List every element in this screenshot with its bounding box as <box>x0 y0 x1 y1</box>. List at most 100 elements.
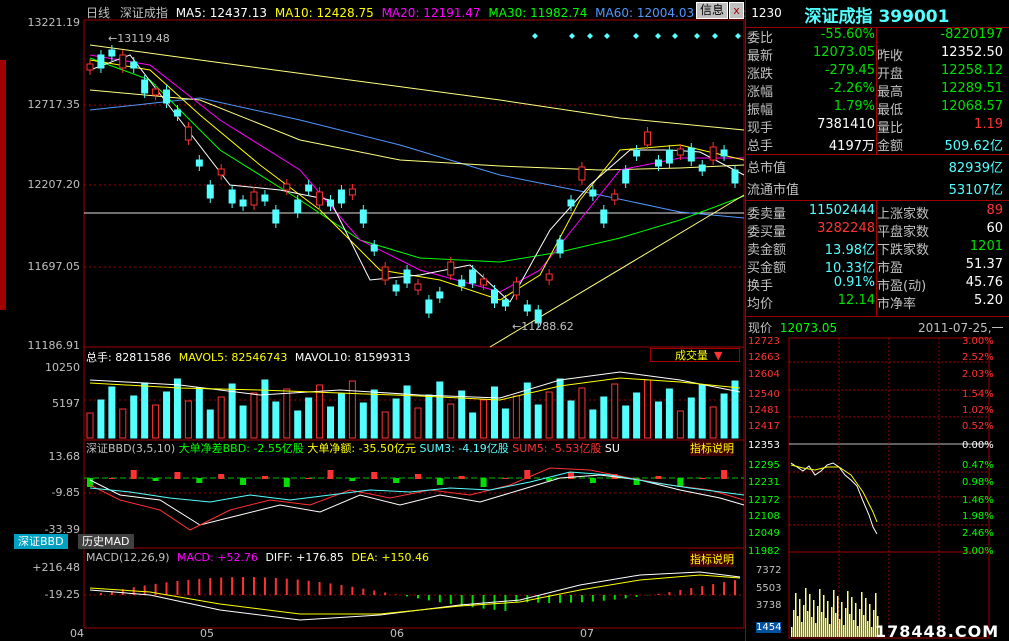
row-value: 3282248 <box>817 221 875 236</box>
candle-body <box>447 261 455 276</box>
volume-bar <box>622 405 630 439</box>
intraday-header: 现价 12073.05 <box>748 321 838 335</box>
row-key2: 平盘家数 <box>877 225 930 240</box>
volume-bar <box>392 398 400 439</box>
candle-body <box>436 291 444 299</box>
candle-body <box>152 88 160 96</box>
indicator-dropdown[interactable]: 成交量 ▼ <box>650 348 740 362</box>
intraday-volume-bar <box>817 606 819 637</box>
row-value2: 12068.57 <box>940 99 1003 114</box>
panel-title: 深证成指 399001 <box>804 7 950 27</box>
volume-bar <box>141 382 149 439</box>
volume-bar <box>600 396 608 439</box>
candle-body <box>119 54 127 69</box>
bbd-diff: 大单净差BBD: -2.55亿股 <box>178 442 304 455</box>
intraday-chart[interactable] <box>745 337 1009 641</box>
volume-bar <box>567 400 575 439</box>
intraday-volume-bar <box>827 601 829 637</box>
intraday-volume-bar <box>839 619 841 637</box>
candle-body <box>556 239 564 254</box>
intraday-volume-label: 3738 <box>756 600 782 611</box>
volume-bar <box>665 388 673 439</box>
tab-bbd[interactable]: 深证BBD <box>14 534 68 549</box>
bbd-bar <box>261 476 268 479</box>
month-label: 04 <box>70 627 84 640</box>
volume-bar <box>414 407 422 439</box>
macd-explain-link[interactable]: 指标说明 <box>690 551 734 567</box>
intraday-volume-bar <box>855 603 857 637</box>
volume-bar <box>534 404 542 439</box>
bbd-bar <box>240 478 247 485</box>
volume-bar <box>337 393 345 439</box>
bbd-bar <box>699 478 706 479</box>
candle-body <box>709 146 717 161</box>
price-axis-label: 11186.91 <box>27 339 81 352</box>
row-value2: 60 <box>986 221 1003 236</box>
dropdown-arrow-icon: ▼ <box>714 349 723 362</box>
bbd-bar <box>414 474 421 479</box>
bbd-bar <box>393 478 400 483</box>
info-button[interactable]: 信息 <box>696 2 728 19</box>
volume-bar <box>348 380 356 439</box>
tab-mad[interactable]: 历史MAD <box>78 534 134 549</box>
row-value2: 5.20 <box>974 293 1003 308</box>
intraday-price-label: 12295 <box>748 460 780 471</box>
candle-body <box>327 199 335 207</box>
bbd-explain-link[interactable]: 指标说明 <box>690 440 734 456</box>
candle-body <box>687 147 695 162</box>
volume-bar <box>195 387 203 439</box>
volume-bar <box>480 399 488 439</box>
intraday-pct-label: 0.98% <box>962 477 994 488</box>
candle-body <box>665 149 673 164</box>
intraday-volume-bar <box>853 620 855 637</box>
low-price-mark: ←11288.62 <box>512 320 574 333</box>
candle-body <box>337 189 345 204</box>
row-value: 7381410 <box>817 117 875 132</box>
candle-body <box>195 159 203 167</box>
row-key2: 量比 <box>877 121 904 136</box>
row-value: -55.60% <box>820 27 875 42</box>
macd-title: MACD(12,26,9) <box>86 551 170 564</box>
volume-bar <box>119 408 127 439</box>
bbd-bar <box>655 476 662 479</box>
candle-body <box>523 304 531 312</box>
volume-bar <box>381 411 389 439</box>
candle-body <box>676 148 684 156</box>
volume-bar <box>698 384 706 439</box>
volume-bar <box>469 412 477 439</box>
row-key2: 最高 <box>877 85 904 100</box>
intraday-volume-bar <box>861 592 863 637</box>
candle-body <box>108 49 116 57</box>
intraday-price-label: 12231 <box>748 477 780 488</box>
macd-axis-label: -19.25 <box>44 588 80 601</box>
row-value2: 509.62亿 <box>944 139 1004 154</box>
kline-frame <box>83 19 745 348</box>
close-button[interactable]: x <box>729 2 744 19</box>
volume-bar <box>687 397 695 439</box>
row-key2: 市盈(动) <box>877 279 927 294</box>
ma60-value: MA60: 12004.03 <box>595 6 695 20</box>
bbd-bar <box>436 478 443 485</box>
candle-body <box>414 283 422 291</box>
row-key: 委买量 <box>747 225 787 240</box>
row-value2: 51.37 <box>965 257 1003 272</box>
candle-body <box>217 168 225 176</box>
intraday-price-label: 12604 <box>748 369 780 380</box>
volume-bar <box>578 387 586 439</box>
volume-bar <box>654 401 662 439</box>
candle-body <box>644 131 652 146</box>
volume-bar <box>633 392 641 439</box>
bbd-bar <box>108 478 115 479</box>
volume-bar <box>359 402 367 439</box>
bbd-bar <box>174 472 181 479</box>
intraday-volume-bar <box>821 612 823 637</box>
candle-body <box>480 278 488 286</box>
row-value: 0.91% <box>833 275 875 290</box>
intraday-volume-bar <box>831 607 833 637</box>
intraday-volume-label: 1454 <box>756 622 782 633</box>
intraday-volume-bar <box>845 608 847 637</box>
row-key2: 金额 <box>877 139 904 154</box>
volume-bar <box>611 383 619 439</box>
row-key: 总手 <box>747 139 774 154</box>
intraday-price-label: 12417 <box>748 421 780 432</box>
